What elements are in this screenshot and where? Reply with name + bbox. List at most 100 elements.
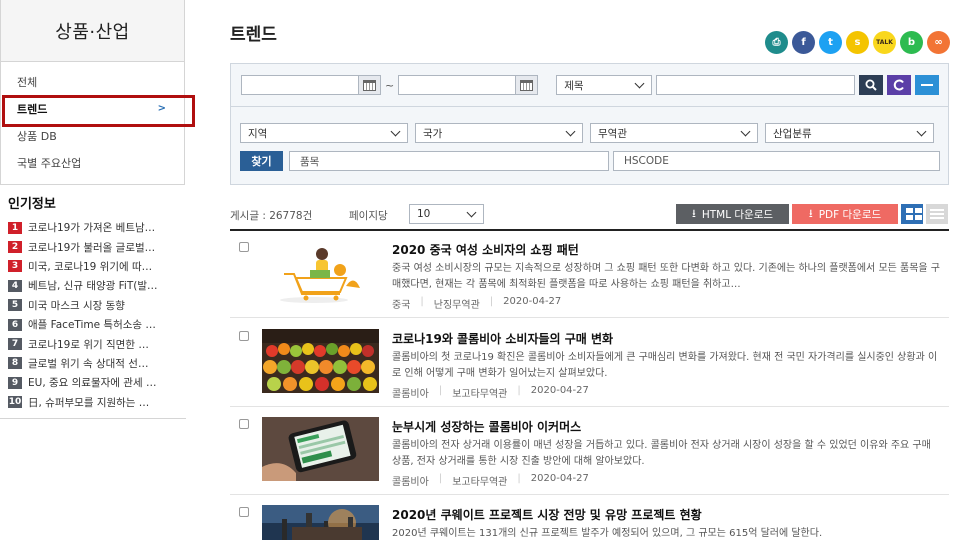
calendar-icon[interactable] xyxy=(358,76,380,94)
link-icon[interactable]: ∞ xyxy=(927,31,950,54)
rank-badge: 6 xyxy=(8,318,22,331)
region-select-value: 지역 xyxy=(248,127,268,140)
rank-badge: 5 xyxy=(8,299,22,312)
thumbnail-fruit-market[interactable] xyxy=(262,329,379,393)
popular-item[interactable]: 1 코로나19가 가져온 베트남… xyxy=(8,218,186,237)
popular-item-text: 코로나19가 가져온 베트남… xyxy=(28,222,156,235)
popular-item[interactable]: 5 미국 마스크 시장 동향 xyxy=(8,296,186,315)
per-page-select[interactable]: 10 xyxy=(409,204,484,224)
reset-button[interactable] xyxy=(887,75,912,95)
item-checkbox[interactable] xyxy=(239,419,249,429)
twitter-icon[interactable]: t xyxy=(819,31,842,54)
industry-select[interactable]: 산업분류 xyxy=(765,123,934,143)
item-country: 중국 xyxy=(392,300,411,311)
item-desc: 콜롬비아의 첫 코로나19 확진은 콜롬비아 소비자들에게 큰 구매심리 변화를… xyxy=(392,352,938,379)
meta-separator: | xyxy=(517,473,521,484)
item-title[interactable]: 눈부시게 성장하는 콜롬비아 이커머스 xyxy=(392,418,581,435)
popular-item-text: 코로나19가 불러올 글로벌… xyxy=(28,241,156,254)
print-icon[interactable]: ⎙ xyxy=(765,31,788,54)
item-desc: 중국 여성 소비시장의 규모는 지속적으로 성장하며 그 쇼핑 패턴 또한 다변… xyxy=(392,263,940,290)
item-meta: 중국 | 난징무역관 | 2020-04-27 xyxy=(392,296,561,311)
rank-badge: 4 xyxy=(8,279,22,292)
share-icons: ⎙ f t s TALK b ∞ xyxy=(765,31,950,54)
facebook-icon[interactable]: f xyxy=(792,31,815,54)
product-row: 찾기 품목 HSCODE xyxy=(240,151,940,171)
sidebar-item-label: 상품 DB xyxy=(17,129,57,143)
sidebar: 상품·산업 전체 트렌드 > 상품 DB 국별 주요산업 인기정보 1 코로나19가… xyxy=(0,0,195,540)
per-page-value: 10 xyxy=(417,208,431,220)
region-select[interactable]: 지역 xyxy=(240,123,408,143)
thumbnail-smartphone[interactable] xyxy=(262,417,379,481)
item-desc: 2020년 쿠웨이트는 131개의 신규 프로젝트 발주가 예정되어 있으며, … xyxy=(392,528,823,539)
minus-icon xyxy=(921,84,934,86)
country-select[interactable]: 국가 xyxy=(415,123,583,143)
item-country: 콜롬비아 xyxy=(392,477,429,488)
start-date-field[interactable] xyxy=(241,75,381,95)
rank-badge: 1 xyxy=(8,221,22,234)
grid-view-icon[interactable] xyxy=(901,204,923,224)
popular-item-text: 글로벌 위기 속 상대적 선… xyxy=(28,357,149,370)
html-download-button[interactable]: ⭳ HTML 다운로드 xyxy=(676,204,789,224)
rank-badge: 10 xyxy=(8,396,22,409)
product-placeholder: 품목 xyxy=(300,155,320,168)
meta-separator: | xyxy=(438,473,443,484)
search-button[interactable] xyxy=(859,75,884,95)
kakaotalk-icon[interactable]: TALK xyxy=(873,31,896,54)
rank-badge: 2 xyxy=(8,241,22,254)
search-field-select[interactable]: 제목 xyxy=(556,75,653,95)
keyword-input[interactable] xyxy=(656,75,856,95)
item-checkbox[interactable] xyxy=(239,331,249,341)
item-desc: 콜롬비아의 전자 상거래 이용률이 매년 성장을 거듭하고 있다. 콜롬비아 전… xyxy=(392,440,931,467)
sidebar-item-country-industry[interactable]: 국별 주요산업 xyxy=(1,149,184,176)
popular-item[interactable]: 9 EU, 중요 의료물자에 관세 … xyxy=(8,373,186,392)
thumbnail-refinery[interactable] xyxy=(262,505,379,540)
item-title[interactable]: 2020년 쿠웨이트 프로젝트 시장 전망 및 유망 프로젝트 현황 xyxy=(392,506,702,523)
popular-item[interactable]: 4 베트남, 신규 태양광 FiT(발… xyxy=(8,276,186,295)
popular-item-text: 애플 FaceTime 특허소송 … xyxy=(28,319,156,332)
popular-item[interactable]: 2 코로나19가 불러올 글로벌… xyxy=(8,237,186,256)
item-title[interactable]: 코로나19와 콜롬비아 소비자들의 구매 변화 xyxy=(392,330,613,347)
find-button[interactable]: 찾기 xyxy=(240,151,283,171)
item-checkbox[interactable] xyxy=(239,507,249,517)
list-view-icon[interactable] xyxy=(926,204,948,224)
list-item: 2020 중국 여성 소비자의 쇼핑 패턴 중국 여성 소비시장의 규모는 지속… xyxy=(230,230,949,318)
hscode-input[interactable]: HSCODE xyxy=(613,151,940,171)
rank-badge: 8 xyxy=(8,357,22,370)
end-date-field[interactable] xyxy=(398,75,539,95)
list-item: 눈부시게 성장하는 콜롬비아 이커머스 콜롬비아의 전자 상거래 이용률이 매년… xyxy=(230,407,949,495)
sidebar-nav-box: 상품·산업 전체 트렌드 > 상품 DB 국별 주요산업 xyxy=(0,0,185,185)
popular-item-text: 베트남, 신규 태양광 FiT(발… xyxy=(28,280,158,293)
list-header: 게시글 : 26778건 페이지당 10 ⭳ HTML 다운로드 ⭳ PDF 다운로… xyxy=(230,204,949,228)
popular-item[interactable]: 10 日, 슈퍼부모를 지원하는 … xyxy=(8,393,186,412)
item-meta: 콜롬비아 | 보고타무역관 | 2020-04-27 xyxy=(392,385,589,400)
item-checkbox[interactable] xyxy=(239,242,249,252)
item-office: 보고타무역관 xyxy=(452,389,508,400)
band-icon[interactable]: b xyxy=(900,31,923,54)
collapse-toggle-button[interactable] xyxy=(915,75,940,95)
item-meta: 콜롬비아 | 보고타무역관 | 2020-04-27 xyxy=(392,473,589,488)
pdf-download-button[interactable]: ⭳ PDF 다운로드 xyxy=(792,204,898,224)
thumbnail-shopping-cart[interactable] xyxy=(262,240,379,304)
kakaostory-icon[interactable]: s xyxy=(846,31,869,54)
popular-item[interactable]: 6 애플 FaceTime 특허소송 … xyxy=(8,315,186,334)
popular-item[interactable]: 3 미국, 코로나19 위기에 따… xyxy=(8,257,186,276)
popular-item-text: EU, 중요 의료물자에 관세 … xyxy=(28,377,157,390)
popular-item-text: 미국, 코로나19 위기에 따… xyxy=(28,260,153,273)
item-date: 2020-04-27 xyxy=(503,296,562,307)
pdf-download-label: PDF 다운로드 xyxy=(818,208,882,221)
popular-item[interactable]: 7 코로나19로 위기 직면한 … xyxy=(8,334,186,353)
popular-item[interactable]: 8 글로벌 위기 속 상대적 선… xyxy=(8,354,186,373)
sidebar-item-all[interactable]: 전체 xyxy=(1,68,184,95)
product-input[interactable]: 품목 xyxy=(289,151,609,171)
sidebar-item-label: 국별 주요산업 xyxy=(17,156,82,170)
search-icon xyxy=(865,79,877,91)
country-select-value: 국가 xyxy=(423,127,443,140)
item-title[interactable]: 2020 중국 여성 소비자의 쇼핑 패턴 xyxy=(392,241,579,258)
calendar-icon[interactable] xyxy=(515,76,538,94)
rank-badge: 7 xyxy=(8,338,22,351)
item-office: 보고타무역관 xyxy=(452,477,508,488)
list-item: 코로나19와 콜롬비아 소비자들의 구매 변화 콜롬비아의 첫 코로나19 확진… xyxy=(230,319,949,407)
search-panel: ~ 제목 지역 국가 무역관 산업분류 찾기 품목 HSCODE xyxy=(230,63,949,185)
item-date: 2020-04-27 xyxy=(530,385,589,396)
trade-office-select[interactable]: 무역관 xyxy=(590,123,758,143)
